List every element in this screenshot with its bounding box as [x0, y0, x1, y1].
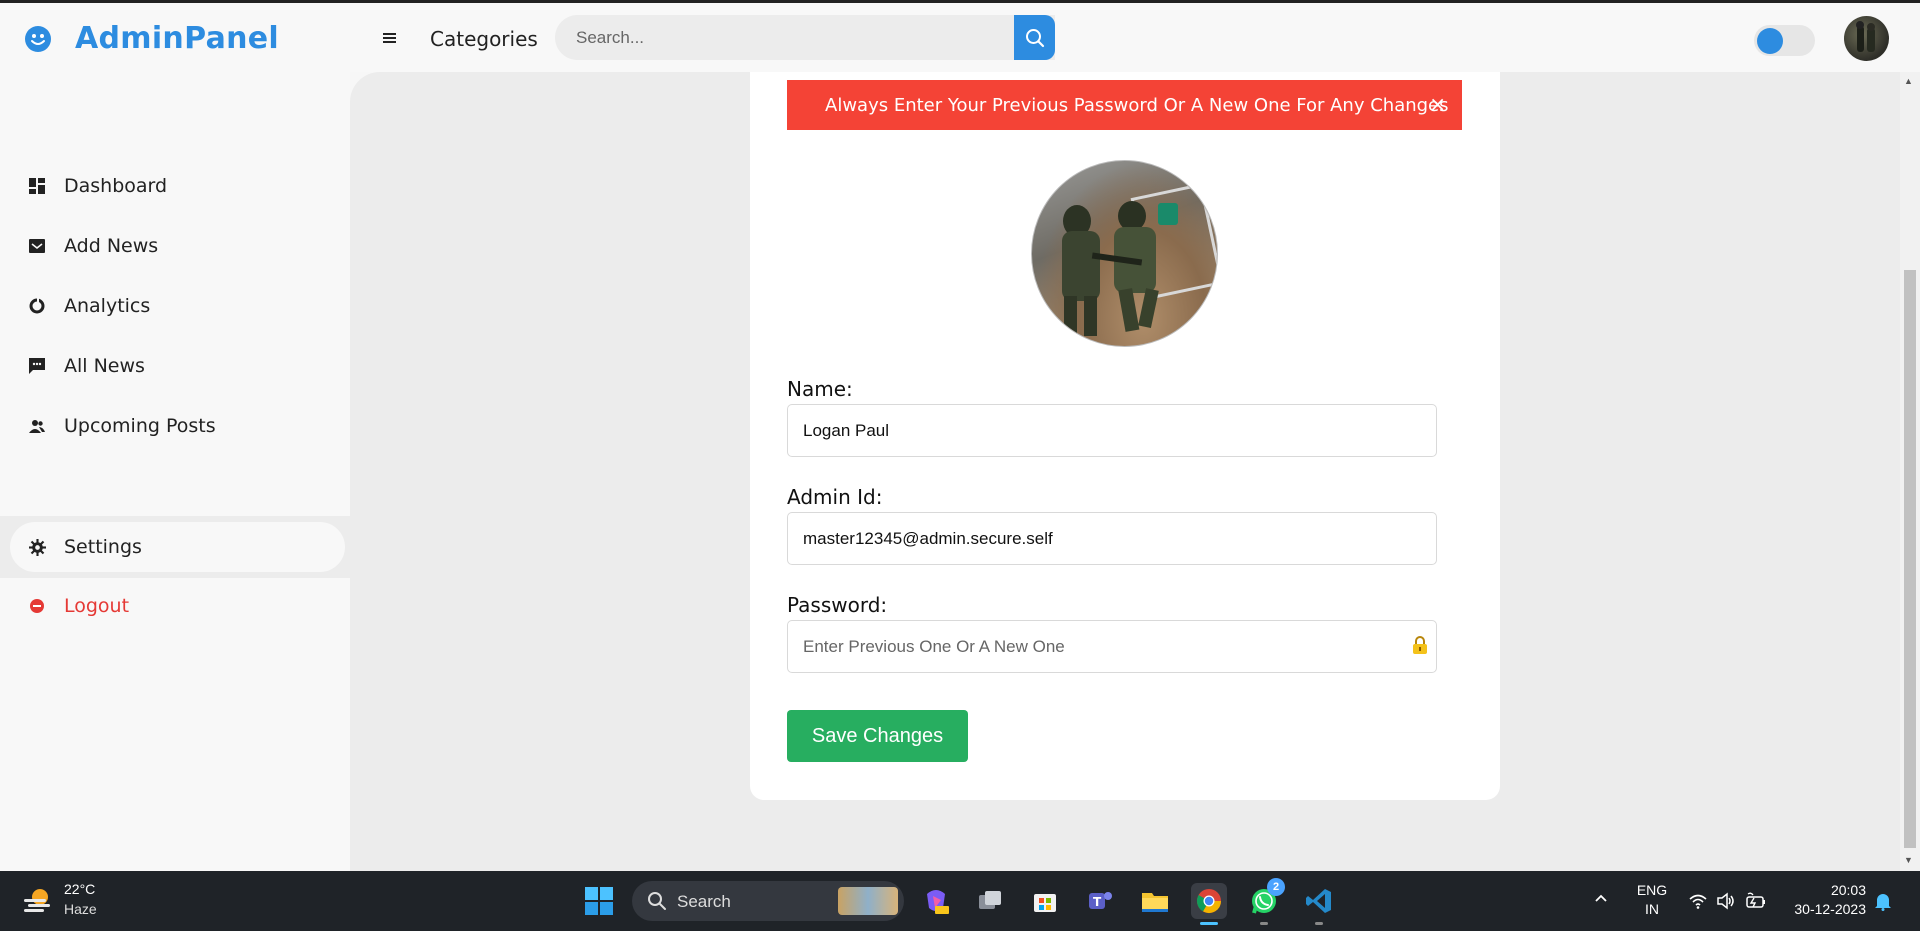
password-field[interactable]	[787, 620, 1437, 673]
search-input[interactable]	[555, 15, 1015, 60]
sidebar-item-label: Analytics	[64, 295, 151, 317]
language-indicator[interactable]: ENG IN	[1636, 881, 1668, 919]
dashboard-icon	[28, 177, 46, 195]
smiley-icon	[25, 26, 51, 52]
windows-taskbar: 22°C Haze Search T 2 ENG IN 20:03 30-12-…	[0, 871, 1920, 931]
microsoft-store-icon[interactable]	[1027, 883, 1063, 919]
whatsapp-running-indicator	[1260, 922, 1268, 925]
lock-icon	[1411, 635, 1429, 655]
vscode-icon[interactable]	[1301, 883, 1337, 919]
donut-chart-icon	[28, 297, 46, 315]
sidebar-item-label: Add News	[64, 235, 159, 257]
hamburger-menu-icon[interactable]	[380, 28, 400, 48]
system-clock[interactable]: 20:03 30-12-2023	[1786, 881, 1866, 919]
password-alert: Always Enter Your Previous Password Or A…	[787, 80, 1462, 130]
search-icon	[647, 891, 667, 911]
teams-icon[interactable]: T	[1082, 883, 1118, 919]
svg-text:T: T	[1093, 895, 1102, 909]
inbox-icon	[28, 237, 46, 255]
user-avatar[interactable]	[1844, 16, 1889, 61]
region-code: IN	[1645, 901, 1659, 917]
copilot-icon[interactable]	[918, 883, 954, 919]
close-icon[interactable]: ×	[1429, 92, 1446, 116]
top-navbar: AdminPanel Categories	[0, 3, 1900, 72]
weather-temperature[interactable]: 22°C	[64, 881, 95, 897]
clock-date: 30-12-2023	[1794, 901, 1866, 917]
brand-name[interactable]: AdminPanel	[75, 21, 279, 56]
whatsapp-notification-badge: 2	[1267, 878, 1285, 896]
search-button[interactable]	[1014, 15, 1055, 60]
admin-id-label: Admin Id:	[787, 485, 883, 509]
save-changes-button[interactable]: Save Changes	[787, 710, 968, 762]
name-label: Name:	[787, 377, 853, 401]
sidebar-item-settings[interactable]: Settings	[10, 522, 345, 572]
windows-start-icon[interactable]	[585, 887, 613, 915]
logout-label: Logout	[64, 595, 130, 617]
battery-charging-icon[interactable]	[1745, 891, 1765, 911]
volume-icon[interactable]	[1716, 891, 1736, 911]
sidebar-item-label: Upcoming Posts	[64, 415, 216, 437]
sidebar-item-analytics[interactable]: Analytics	[0, 282, 340, 330]
sidebar-item-label: Dashboard	[64, 175, 168, 197]
clock-time: 20:03	[1830, 882, 1866, 898]
scroll-up-arrow-icon[interactable]: ▲	[1904, 76, 1913, 86]
people-icon	[28, 417, 46, 435]
sidebar-item-add-news[interactable]: Add News	[0, 222, 340, 270]
sidebar-item-upcoming-posts[interactable]: Upcoming Posts	[0, 402, 340, 450]
weather-condition[interactable]: Haze	[64, 901, 97, 917]
taskbar-search-label: Search	[677, 892, 731, 911]
task-view-icon[interactable]	[972, 883, 1008, 919]
theme-toggle[interactable]	[1754, 25, 1815, 56]
browser-viewport: AdminPanel Categories Search... Dashboar…	[0, 0, 1920, 871]
gear-icon	[28, 538, 46, 556]
toggle-knob	[1757, 28, 1783, 54]
chevron-up-icon[interactable]	[1593, 891, 1609, 907]
notification-bell-icon[interactable]	[1874, 891, 1892, 911]
scrollbar-thumb[interactable]	[1904, 270, 1916, 848]
sidebar: Dashboard Add News Analytics All News Up…	[0, 72, 350, 871]
weather-haze-icon[interactable]	[22, 885, 54, 915]
message-icon	[28, 357, 46, 375]
language-code: ENG	[1636, 882, 1668, 898]
wifi-icon[interactable]	[1688, 891, 1708, 911]
categories-link[interactable]: Categories	[430, 27, 538, 51]
logout-button[interactable]: Logout	[0, 582, 340, 630]
chrome-icon[interactable]	[1191, 883, 1227, 919]
search-icon	[1025, 28, 1044, 47]
sidebar-item-label: All News	[64, 355, 145, 377]
scroll-down-arrow-icon[interactable]: ▼	[1904, 855, 1913, 865]
sidebar-item-dashboard[interactable]: Dashboard	[0, 162, 340, 210]
name-field[interactable]	[787, 404, 1437, 457]
admin-id-field[interactable]	[787, 512, 1437, 565]
file-explorer-icon[interactable]	[1137, 883, 1173, 919]
sidebar-item-all-news[interactable]: All News	[0, 342, 340, 390]
search-bar	[555, 15, 1055, 60]
search-highlight-image	[838, 887, 898, 915]
alert-text: Always Enter Your Previous Password Or A…	[825, 94, 1449, 116]
vscode-running-indicator	[1315, 922, 1323, 925]
password-label: Password:	[787, 593, 888, 617]
profile-picture[interactable]	[1031, 160, 1218, 347]
settings-label: Settings	[64, 536, 142, 558]
chrome-active-indicator	[1200, 922, 1218, 925]
logout-icon	[28, 597, 46, 615]
